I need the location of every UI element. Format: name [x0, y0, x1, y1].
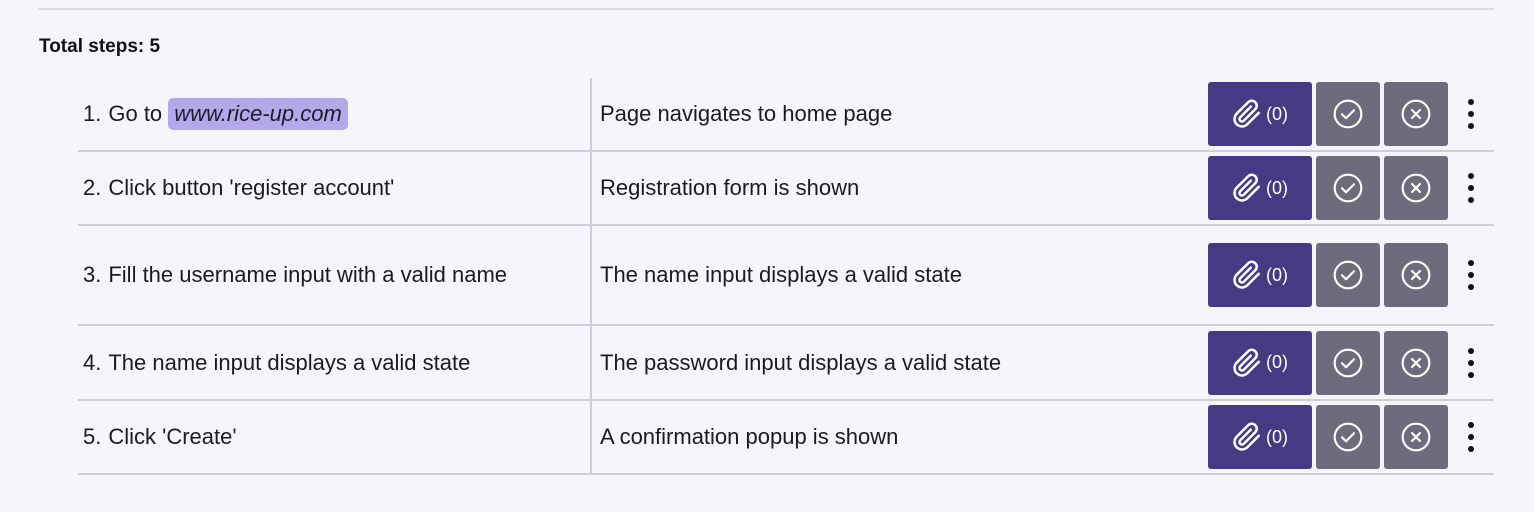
more-vertical-icon — [1466, 258, 1476, 292]
attach-button[interactable]: (0) — [1208, 156, 1312, 220]
step-action-text: Go to www.rice-up.com — [108, 98, 348, 130]
step-expected-text[interactable]: The password input displays a valid stat… — [592, 350, 1208, 376]
step-controls: (0) — [1208, 243, 1494, 307]
step-expected-text[interactable]: A confirmation popup is shown — [592, 424, 1208, 450]
paperclip-icon — [1232, 258, 1262, 292]
steps-table: 1. Go to www.rice-up.com Page navigates … — [78, 78, 1494, 475]
step-action-cell[interactable]: 3. Fill the username input with a valid … — [78, 226, 592, 324]
fail-button[interactable] — [1384, 405, 1448, 469]
check-circle-icon — [1332, 421, 1364, 453]
attach-button[interactable]: (0) — [1208, 243, 1312, 307]
step-number: 5. — [83, 424, 102, 449]
more-options-button[interactable] — [1452, 405, 1490, 469]
step-action-cell[interactable]: 1. Go to www.rice-up.com — [78, 78, 592, 150]
check-circle-icon — [1332, 347, 1364, 379]
attach-button[interactable]: (0) — [1208, 82, 1312, 146]
step-action-text: Fill the username input with a valid nam… — [108, 262, 508, 287]
more-vertical-icon — [1466, 420, 1476, 454]
step-number: 4. — [83, 349, 102, 375]
pass-button[interactable] — [1316, 243, 1380, 307]
more-options-button[interactable] — [1452, 243, 1490, 307]
step-action-text: Click 'Create' — [108, 424, 237, 449]
more-vertical-icon — [1466, 97, 1476, 131]
attachment-count: (0) — [1266, 103, 1288, 124]
step-action-cell[interactable]: 5. Click 'Create' — [78, 401, 592, 473]
step-controls: (0) — [1208, 82, 1494, 146]
step-number: 3. — [83, 262, 102, 287]
step-row: 5. Click 'Create' A confirmation popup i… — [78, 401, 1494, 475]
top-divider — [38, 8, 1494, 10]
more-options-button[interactable] — [1452, 156, 1490, 220]
fail-button[interactable] — [1384, 330, 1448, 395]
x-circle-icon — [1400, 347, 1432, 379]
attachment-count: (0) — [1266, 177, 1288, 198]
step-row: 1. Go to www.rice-up.com Page navigates … — [78, 78, 1494, 152]
x-circle-icon — [1400, 172, 1432, 204]
attachment-count: (0) — [1266, 426, 1288, 447]
step-number: 2. — [83, 175, 102, 200]
step-action-text: Click button 'register account' — [108, 175, 395, 200]
step-row: 2. Click button 'register account' Regis… — [78, 152, 1494, 226]
total-steps-label: Total steps: 5 — [39, 36, 161, 57]
step-action-text: The name input displays a valid state — [108, 349, 471, 375]
step-controls: (0) — [1208, 330, 1494, 395]
step-number: 1. — [83, 101, 102, 126]
x-circle-icon — [1400, 98, 1432, 130]
step-controls: (0) — [1208, 156, 1494, 220]
x-circle-icon — [1400, 259, 1432, 291]
paperclip-icon — [1232, 171, 1262, 205]
step-controls: (0) — [1208, 405, 1494, 469]
attach-button[interactable]: (0) — [1208, 405, 1312, 469]
pass-button[interactable] — [1316, 405, 1380, 469]
paperclip-icon — [1232, 97, 1262, 131]
paperclip-icon — [1232, 420, 1262, 454]
fail-button[interactable] — [1384, 156, 1448, 220]
more-vertical-icon — [1466, 171, 1476, 205]
pass-button[interactable] — [1316, 82, 1380, 146]
step-expected-text[interactable]: The name input displays a valid state — [592, 262, 1208, 288]
step-row: 4. The name input displays a valid state… — [78, 326, 1494, 401]
step-action-link[interactable]: www.rice-up.com — [168, 98, 348, 130]
step-row: 3. Fill the username input with a valid … — [78, 226, 1494, 326]
step-action-cell[interactable]: 2. Click button 'register account' — [78, 152, 592, 224]
step-action-cell[interactable]: 4. The name input displays a valid state — [78, 326, 592, 399]
check-circle-icon — [1332, 98, 1364, 130]
fail-button[interactable] — [1384, 82, 1448, 146]
step-expected-text[interactable]: Page navigates to home page — [592, 101, 1208, 127]
attachment-count: (0) — [1266, 352, 1288, 372]
step-expected-text[interactable]: Registration form is shown — [592, 175, 1208, 201]
check-circle-icon — [1332, 172, 1364, 204]
fail-button[interactable] — [1384, 243, 1448, 307]
paperclip-icon — [1232, 346, 1262, 380]
check-circle-icon — [1332, 259, 1364, 291]
more-vertical-icon — [1466, 346, 1476, 380]
step-action-prefix: Go to — [108, 101, 163, 126]
more-options-button[interactable] — [1452, 82, 1490, 146]
attach-button[interactable]: (0) — [1208, 330, 1312, 395]
x-circle-icon — [1400, 421, 1432, 453]
more-options-button[interactable] — [1452, 331, 1490, 395]
pass-button[interactable] — [1316, 330, 1380, 395]
attachment-count: (0) — [1266, 264, 1288, 285]
pass-button[interactable] — [1316, 156, 1380, 220]
